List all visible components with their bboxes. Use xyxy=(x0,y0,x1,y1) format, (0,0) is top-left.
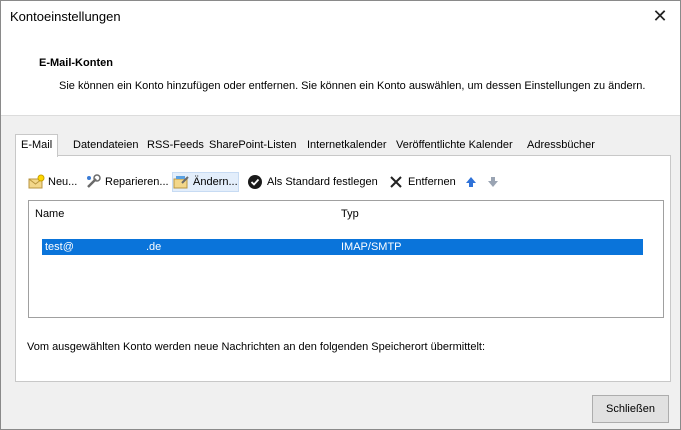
move-up-button[interactable] xyxy=(463,173,483,191)
tab-sharepoint-lists[interactable]: SharePoint-Listen xyxy=(209,136,296,155)
close-button[interactable]: Schließen xyxy=(592,395,669,423)
new-account-icon xyxy=(28,174,45,190)
new-button-label: Neu... xyxy=(48,176,78,188)
repair-button[interactable]: Reparieren... xyxy=(85,173,169,191)
set-default-button[interactable]: Als Standard festlegen xyxy=(247,173,378,191)
table-row[interactable]: test@ .de IMAP/SMTP xyxy=(42,239,643,255)
title-bar: Kontoeinstellungen ✕ xyxy=(1,1,680,31)
change-account-icon xyxy=(173,174,190,190)
set-default-button-label: Als Standard festlegen xyxy=(267,176,378,188)
tab-address-books[interactable]: Adressbücher xyxy=(527,136,595,155)
account-type: IMAP/SMTP xyxy=(341,241,402,253)
accounts-list[interactable]: Name Typ test@ .de IMAP/SMTP xyxy=(28,200,664,318)
tab-email[interactable]: E-Mail xyxy=(15,134,59,157)
move-down-button[interactable] xyxy=(485,173,505,191)
account-settings-dialog: Kontoeinstellungen ✕ E-Mail-Konten Sie k… xyxy=(0,0,681,430)
checkmark-circle-icon xyxy=(247,174,264,190)
change-button-label: Ändern... xyxy=(193,176,238,188)
dialog-footer xyxy=(1,391,680,429)
account-name-part2: .de xyxy=(146,241,162,253)
close-icon[interactable]: ✕ xyxy=(640,1,680,31)
dialog-header: E-Mail-Konten Sie können ein Konto hinzu… xyxy=(1,31,680,116)
delivery-location-text: Vom ausgewählten Konto werden neue Nachr… xyxy=(27,341,486,353)
repair-button-label: Reparieren... xyxy=(105,176,169,188)
tab-rss-feeds[interactable]: RSS-Feeds xyxy=(147,136,204,155)
arrow-up-icon xyxy=(463,174,480,190)
tab-internet-calendars[interactable]: Internetkalender xyxy=(307,136,387,155)
header-description: Sie können ein Konto hinzufügen oder ent… xyxy=(59,80,646,92)
tab-data-files[interactable]: Datendateien xyxy=(73,136,138,155)
arrow-down-icon xyxy=(485,174,502,190)
tab-published-calendars[interactable]: Veröffentlichte Kalender xyxy=(396,136,513,155)
remove-x-icon xyxy=(388,174,405,190)
toolbar: Neu... Reparieren... Ändern... Als Stand… xyxy=(13,172,653,192)
account-name-part1: test@ xyxy=(45,241,74,253)
repair-icon xyxy=(85,174,102,190)
window-title: Kontoeinstellungen xyxy=(10,9,121,24)
column-header-type[interactable]: Typ xyxy=(341,208,359,220)
change-button[interactable]: Ändern... xyxy=(172,172,239,192)
header-title: E-Mail-Konten xyxy=(39,57,113,69)
remove-button[interactable]: Entfernen xyxy=(388,173,456,191)
new-button[interactable]: Neu... xyxy=(28,173,77,191)
remove-button-label: Entfernen xyxy=(408,176,456,188)
column-header-name[interactable]: Name xyxy=(35,208,64,220)
tab-bar: E-Mail Datendateien RSS-Feeds SharePoint… xyxy=(15,134,655,157)
